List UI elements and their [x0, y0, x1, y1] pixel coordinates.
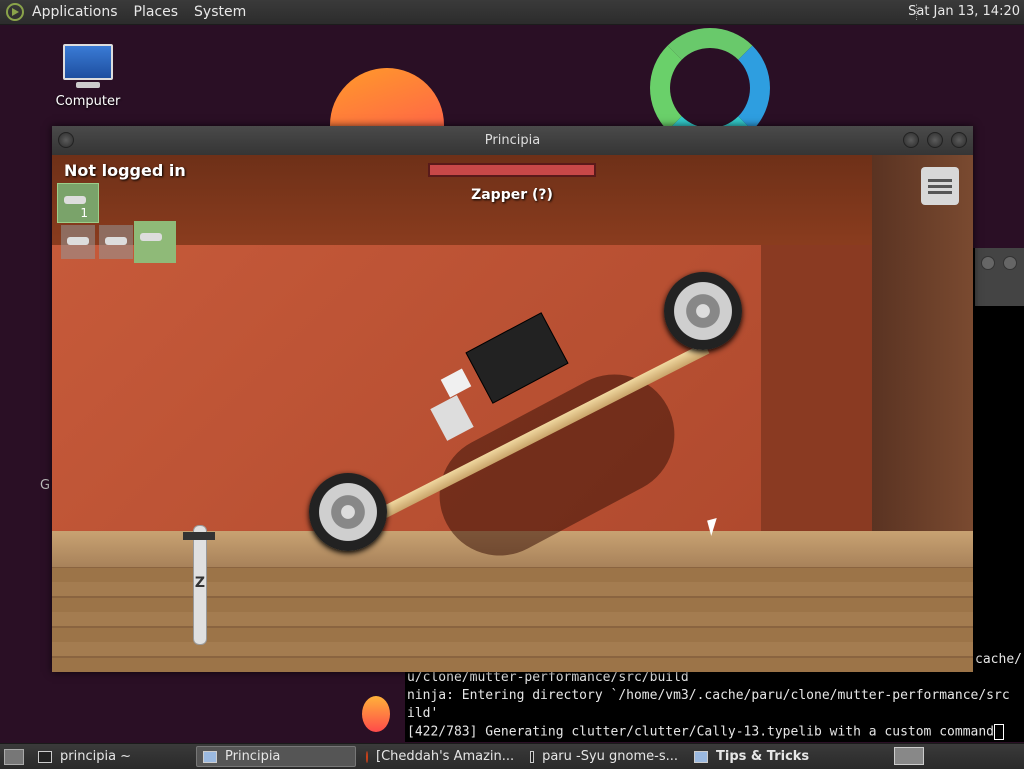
- terminal-maximize-button[interactable]: [1003, 256, 1017, 270]
- login-status[interactable]: Not logged in: [64, 161, 186, 180]
- terminal-line: [422/783] Generating clutter/clutter/Cal…: [407, 724, 1004, 740]
- principia-window[interactable]: Principia Not logged in 1 Zapper (?) Z: [52, 126, 973, 672]
- desktop-icon-computer[interactable]: Computer: [56, 44, 120, 109]
- bottom-panel: principia ~ Principia [Cheddah's Amazin.…: [0, 743, 1024, 769]
- maximize-button[interactable]: [927, 132, 943, 148]
- menu-icon-line: [928, 184, 952, 188]
- distro-logo-icon[interactable]: [6, 3, 24, 21]
- wrench-tool-icon: [67, 237, 89, 245]
- terminal-minimize-button[interactable]: [981, 256, 995, 270]
- window-icon: [203, 750, 217, 763]
- tool-slot-4[interactable]: [134, 221, 176, 263]
- taskbar-item-label: Tips & Tricks: [716, 749, 810, 764]
- computer-icon: [63, 44, 113, 80]
- minimize-button[interactable]: [903, 132, 919, 148]
- taskbar-item-principia-terminal[interactable]: principia ~: [32, 746, 192, 767]
- window-title: Principia: [484, 133, 541, 148]
- desktop-icon-label: Computer: [55, 94, 121, 109]
- menu-icon-line: [928, 178, 952, 182]
- menu-icon-line: [928, 190, 952, 194]
- window-icon: [694, 750, 708, 763]
- z-layer-label: Z: [194, 575, 206, 591]
- terminal-last-line-text: [422/783] Generating clutter/clutter/Cal…: [407, 724, 994, 740]
- clock[interactable]: Sat Jan 13, 14:20: [908, 4, 1020, 19]
- taskbar-item-label: [Cheddah's Amazin...: [376, 749, 515, 764]
- taskbar-item-label: Principia: [225, 749, 281, 764]
- menu-places[interactable]: Places: [134, 4, 179, 20]
- wallpaper-small-shape: [362, 696, 390, 732]
- wrench-tool-icon: [64, 196, 86, 204]
- tool-slot-3[interactable]: [99, 225, 133, 259]
- taskbar-item-paru-terminal[interactable]: paru -Syu gnome-s...: [524, 746, 684, 767]
- vehicle-rear-wheel[interactable]: [309, 473, 387, 551]
- vehicle-front-wheel[interactable]: [664, 272, 742, 350]
- scene-panel-side: [761, 245, 872, 531]
- firefox-icon: [366, 750, 368, 763]
- terminal-line: ild': [407, 706, 439, 721]
- hand-tool-icon: [140, 233, 162, 241]
- taskbar-item-label: paru -Syu gnome-s...: [542, 749, 678, 764]
- game-viewport[interactable]: Not logged in 1 Zapper (?) Z: [52, 155, 973, 672]
- grab-tool-icon: [105, 237, 127, 245]
- close-button[interactable]: [951, 132, 967, 148]
- window-titlebar[interactable]: Principia: [52, 126, 973, 155]
- scene-right-wall: [872, 155, 973, 575]
- show-desktop-icon[interactable]: [4, 748, 24, 765]
- tool-slot-number: 1: [80, 206, 88, 220]
- menu-applications[interactable]: Applications: [32, 4, 118, 20]
- terminal-cursor: [994, 724, 1004, 740]
- object-label[interactable]: Zapper (?): [428, 187, 596, 203]
- tool-slot-2[interactable]: [61, 225, 95, 259]
- menu-system[interactable]: System: [194, 4, 246, 20]
- terminal-line: u/clone/mutter-performance/src/build: [407, 670, 689, 685]
- terminal-text-fragment: cache/: [975, 652, 1022, 667]
- top-panel: Applications Places System Sat Jan 13, 1…: [0, 0, 1024, 25]
- hamburger-menu-button[interactable]: [921, 167, 959, 205]
- terminal-icon: [38, 750, 52, 763]
- tool-slot-main[interactable]: 1: [57, 183, 99, 223]
- taskbar-item-principia[interactable]: Principia: [196, 746, 356, 767]
- desktop-stray-text: G: [40, 478, 51, 493]
- terminal-icon: [530, 750, 535, 763]
- z-layer-slider-handle[interactable]: [183, 532, 215, 540]
- object-health-bar: [428, 163, 596, 177]
- terminal-line: ninja: Entering directory `/home/vm3/.ca…: [407, 688, 1010, 703]
- terminal-titlebar[interactable]: [975, 248, 1024, 306]
- workspace-switcher[interactable]: [894, 747, 924, 765]
- taskbar-item-firefox[interactable]: [Cheddah's Amazin...: [360, 746, 520, 767]
- scene-wood-panel: [52, 245, 761, 531]
- taskbar-item-label: principia ~: [60, 749, 132, 764]
- taskbar-item-tips[interactable]: Tips & Tricks: [688, 746, 858, 767]
- computer-icon-stand: [76, 82, 100, 88]
